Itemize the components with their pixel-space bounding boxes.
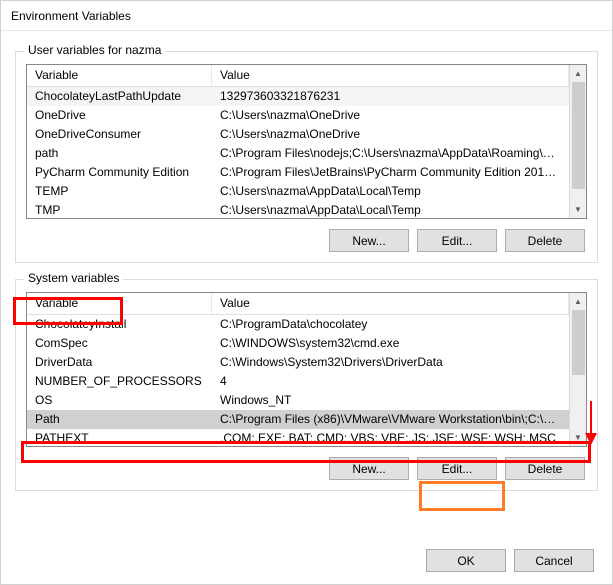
system-scrollbar[interactable]: ▲ ▼: [569, 293, 586, 446]
cell-value: C:\Users\nazma\AppData\Local\Temp: [212, 201, 569, 218]
scroll-down-icon[interactable]: ▼: [570, 429, 586, 446]
user-header-variable[interactable]: Variable: [27, 65, 212, 86]
user-variables-list[interactable]: Variable Value ChocolateyLastPathUpdate1…: [26, 64, 587, 219]
table-row[interactable]: NUMBER_OF_PROCESSORS4: [27, 372, 569, 391]
user-button-row: New... Edit... Delete: [26, 229, 587, 252]
ok-button[interactable]: OK: [426, 549, 506, 572]
system-edit-button[interactable]: Edit...: [417, 457, 497, 480]
user-variables-label: User variables for nazma: [24, 43, 165, 57]
cell-variable: PATHEXT: [27, 429, 212, 446]
system-new-button[interactable]: New...: [329, 457, 409, 480]
scroll-up-icon[interactable]: ▲: [570, 293, 586, 310]
user-scrollbar[interactable]: ▲ ▼: [569, 65, 586, 218]
cell-variable: OS: [27, 391, 212, 410]
cell-value: C:\Users\nazma\OneDrive: [212, 125, 569, 144]
cell-value: 4: [212, 372, 569, 391]
cell-variable: NUMBER_OF_PROCESSORS: [27, 372, 212, 391]
table-row[interactable]: PATHEXT.COM;.EXE;.BAT;.CMD;.VBS;.VBE;.JS…: [27, 429, 569, 446]
scroll-down-icon[interactable]: ▼: [570, 201, 586, 218]
system-variables-list[interactable]: Variable Value ChocolateyInstallC:\Progr…: [26, 292, 587, 447]
user-new-button[interactable]: New...: [329, 229, 409, 252]
cell-variable: TMP: [27, 201, 212, 218]
cell-value: C:\Program Files\nodejs;C:\Users\nazma\A…: [212, 144, 569, 163]
cell-variable: ComSpec: [27, 334, 212, 353]
system-variables-group: System variables Variable Value Chocolat…: [15, 279, 598, 491]
cell-value: C:\Windows\System32\Drivers\DriverData: [212, 353, 569, 372]
user-variables-group: User variables for nazma Variable Value …: [15, 51, 598, 263]
cell-value: 132973603321876231: [212, 87, 569, 106]
cancel-button[interactable]: Cancel: [514, 549, 594, 572]
table-row[interactable]: OneDriveC:\Users\nazma\OneDrive: [27, 106, 569, 125]
cell-variable: TEMP: [27, 182, 212, 201]
scroll-up-icon[interactable]: ▲: [570, 65, 586, 82]
window-title: Environment Variables: [11, 9, 131, 23]
user-header-value[interactable]: Value: [212, 65, 569, 86]
cell-value: .COM;.EXE;.BAT;.CMD;.VBS;.VBE;.JS;.JSE;.…: [212, 429, 569, 446]
user-list-header: Variable Value: [27, 65, 569, 87]
table-row[interactable]: PyCharm Community EditionC:\Program File…: [27, 163, 569, 182]
cell-value: C:\WINDOWS\system32\cmd.exe: [212, 334, 569, 353]
table-row[interactable]: pathC:\Program Files\nodejs;C:\Users\naz…: [27, 144, 569, 163]
cell-variable: ChocolateyLastPathUpdate: [27, 87, 212, 106]
system-variables-label: System variables: [24, 271, 123, 285]
scroll-thumb[interactable]: [572, 310, 585, 375]
table-row[interactable]: ChocolateyInstallC:\ProgramData\chocolat…: [27, 315, 569, 334]
table-row[interactable]: ChocolateyLastPathUpdate1329736033218762…: [27, 87, 569, 106]
cell-variable: ChocolateyInstall: [27, 315, 212, 334]
cell-variable: PyCharm Community Edition: [27, 163, 212, 182]
table-row[interactable]: OneDriveConsumerC:\Users\nazma\OneDrive: [27, 125, 569, 144]
user-delete-button[interactable]: Delete: [505, 229, 585, 252]
cell-variable: Path: [27, 410, 212, 429]
table-row[interactable]: TMPC:\Users\nazma\AppData\Local\Temp: [27, 201, 569, 218]
system-header-value[interactable]: Value: [212, 293, 569, 314]
scroll-thumb[interactable]: [572, 82, 585, 189]
table-row[interactable]: ComSpecC:\WINDOWS\system32\cmd.exe: [27, 334, 569, 353]
system-list-header: Variable Value: [27, 293, 569, 315]
system-button-row: New... Edit... Delete: [26, 457, 587, 480]
cell-variable: OneDrive: [27, 106, 212, 125]
dialog-button-row: OK Cancel: [426, 549, 594, 572]
titlebar[interactable]: Environment Variables: [1, 1, 612, 31]
cell-value: C:\Users\nazma\AppData\Local\Temp: [212, 182, 569, 201]
cell-variable: DriverData: [27, 353, 212, 372]
cell-value: Windows_NT: [212, 391, 569, 410]
table-row[interactable]: DriverDataC:\Windows\System32\Drivers\Dr…: [27, 353, 569, 372]
cell-variable: path: [27, 144, 212, 163]
table-row[interactable]: PathC:\Program Files (x86)\VMware\VMware…: [27, 410, 569, 429]
system-delete-button[interactable]: Delete: [505, 457, 585, 480]
table-row[interactable]: OSWindows_NT: [27, 391, 569, 410]
user-edit-button[interactable]: Edit...: [417, 229, 497, 252]
dialog-content: User variables for nazma Variable Value …: [1, 31, 612, 549]
cell-value: C:\Program Files\JetBrains\PyCharm Commu…: [212, 163, 569, 182]
table-row[interactable]: TEMPC:\Users\nazma\AppData\Local\Temp: [27, 182, 569, 201]
cell-value: C:\Program Files (x86)\VMware\VMware Wor…: [212, 410, 569, 429]
cell-value: C:\ProgramData\chocolatey: [212, 315, 569, 334]
cell-value: C:\Users\nazma\OneDrive: [212, 106, 569, 125]
cell-variable: OneDriveConsumer: [27, 125, 212, 144]
system-header-variable[interactable]: Variable: [27, 293, 212, 314]
